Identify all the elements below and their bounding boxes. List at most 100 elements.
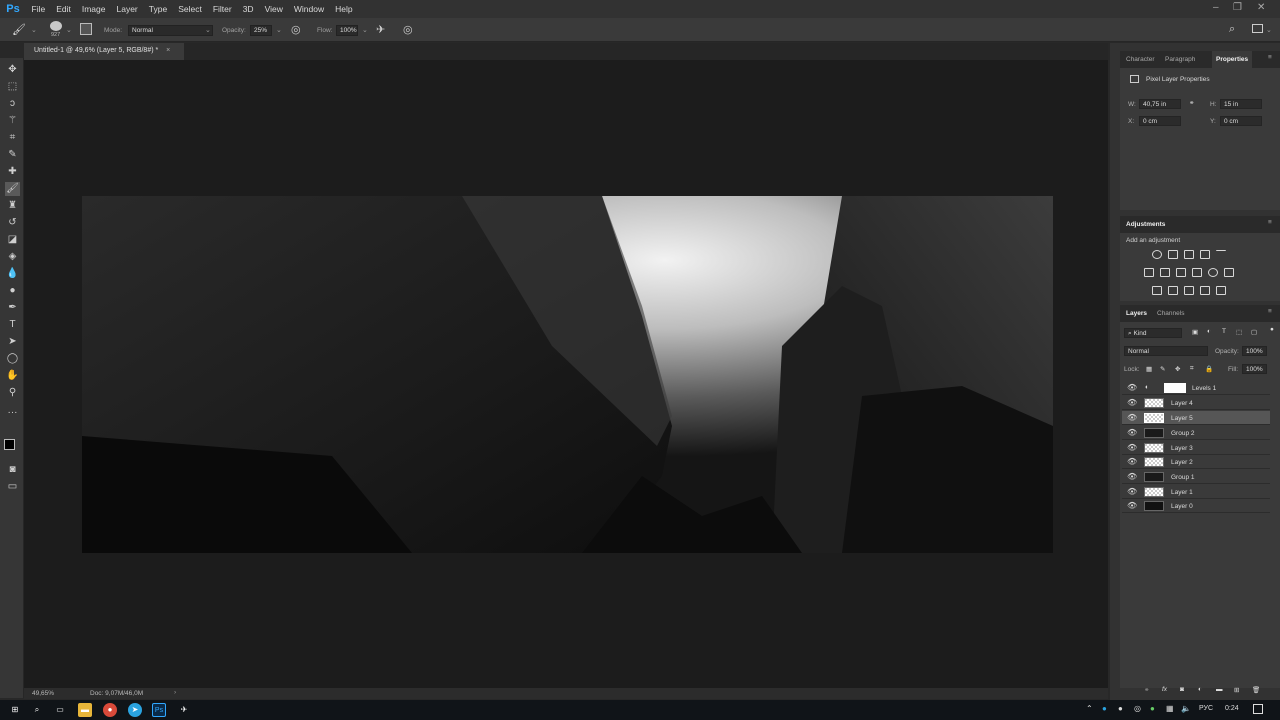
tab-layers[interactable]: Layers xyxy=(1126,310,1147,317)
panel-menu-icon[interactable]: ≡ xyxy=(1268,308,1272,315)
layer-row[interactable]: 👁 Group 1 xyxy=(1122,470,1270,484)
clone-stamp-icon[interactable]: ♜ xyxy=(5,199,20,213)
color-lookup-icon[interactable] xyxy=(1224,268,1234,277)
marquee-tool-icon[interactable]: ⬚ xyxy=(5,80,20,94)
layer-row[interactable]: 👁 Group 2 xyxy=(1122,426,1270,440)
opacity-field[interactable]: 25% xyxy=(250,25,272,36)
visibility-eye-icon[interactable]: 👁 xyxy=(1127,398,1137,407)
height-field[interactable]: 15 in xyxy=(1220,99,1262,109)
menu-type[interactable]: Type xyxy=(143,4,172,14)
menu-edit[interactable]: Edit xyxy=(51,4,77,14)
blend-mode-select[interactable]: Normal xyxy=(1124,346,1208,356)
layer-row[interactable]: 👁 Layer 1 xyxy=(1122,485,1270,499)
menu-layer[interactable]: Layer xyxy=(111,4,143,14)
layer-name[interactable]: Layer 0 xyxy=(1171,503,1193,510)
chevron-right-icon[interactable]: › xyxy=(174,689,176,696)
tray-chrome-icon[interactable]: ● xyxy=(1118,704,1123,713)
y-field[interactable]: 0 cm xyxy=(1220,116,1262,126)
quick-mask-icon[interactable]: ◙ xyxy=(5,463,20,477)
width-field[interactable]: 40,75 in xyxy=(1139,99,1181,109)
pen-tool-icon[interactable]: ✒ xyxy=(5,301,20,315)
close-tab-icon[interactable]: × xyxy=(166,47,170,54)
menu-view[interactable]: View xyxy=(259,4,288,14)
filter-toggle-icon[interactable]: ● xyxy=(1270,326,1274,333)
layer-name[interactable]: Layer 3 xyxy=(1171,445,1193,452)
move-tool-icon[interactable]: ✥ xyxy=(5,63,20,77)
restore-icon[interactable]: ❐ xyxy=(1233,2,1242,13)
crop-tool-icon[interactable]: ⌗ xyxy=(5,131,20,145)
filter-pixel-icon[interactable]: ▣ xyxy=(1192,328,1198,336)
more-tools-icon[interactable]: ··· xyxy=(5,406,20,420)
lock-all-icon[interactable]: 🔒 xyxy=(1205,365,1213,373)
invert-icon[interactable] xyxy=(1152,286,1162,295)
chevron-down-icon[interactable]: ⌄ xyxy=(66,26,72,34)
menu-file[interactable]: File xyxy=(26,4,51,14)
menu-help[interactable]: Help xyxy=(330,4,358,14)
telegram-icon[interactable]: ➤ xyxy=(128,703,142,717)
history-brush-icon[interactable]: ↺ xyxy=(5,216,20,230)
lock-artboard-icon[interactable]: ⌗ xyxy=(1190,365,1194,373)
visibility-eye-icon[interactable]: 👁 xyxy=(1127,501,1137,510)
path-selection-icon[interactable]: ➤ xyxy=(5,335,20,349)
layer-name[interactable]: Layer 4 xyxy=(1171,400,1193,407)
brush-tool-icon[interactable]: 🖌 xyxy=(12,23,26,36)
notifications-icon[interactable] xyxy=(1253,704,1263,714)
zoom-level[interactable]: 49,65% xyxy=(32,690,54,697)
workspace-icon[interactable] xyxy=(1252,24,1263,33)
layer-name[interactable]: Layer 5 xyxy=(1171,415,1193,422)
airbrush-icon[interactable]: ✈ xyxy=(376,23,385,36)
link-dimensions-icon[interactable]: ⚭ xyxy=(1189,99,1194,107)
blur-tool-icon[interactable]: 💧 xyxy=(5,267,20,281)
tab-paragraph[interactable]: Paragraph xyxy=(1165,56,1195,63)
lock-image-icon[interactable]: ✎ xyxy=(1160,365,1165,373)
filter-type-icon[interactable]: T xyxy=(1222,328,1226,335)
visibility-eye-icon[interactable]: 👁 xyxy=(1127,472,1137,481)
layer-row[interactable]: 👁 Layer 2 xyxy=(1122,455,1270,469)
dodge-tool-icon[interactable]: ● xyxy=(5,284,20,298)
lasso-tool-icon[interactable]: ↄ xyxy=(5,97,20,111)
file-explorer-icon[interactable]: ▬ xyxy=(78,703,92,717)
minimize-icon[interactable]: – xyxy=(1213,2,1219,13)
menu-3d[interactable]: 3D xyxy=(237,4,259,14)
close-window-icon[interactable]: ✕ xyxy=(1257,2,1265,13)
layer-name[interactable]: Group 2 xyxy=(1171,430,1195,437)
paint-bucket-icon[interactable]: ◈ xyxy=(5,250,20,264)
layer-name[interactable]: Layer 2 xyxy=(1171,459,1193,466)
chevron-down-icon[interactable]: ⌄ xyxy=(276,26,282,34)
layer-row[interactable]: 👁 Layer 0 xyxy=(1122,499,1270,513)
vibrance-icon[interactable] xyxy=(1216,250,1226,259)
menu-window[interactable]: Window xyxy=(288,4,329,14)
levels-icon[interactable] xyxy=(1168,250,1178,259)
language-indicator[interactable]: РУС xyxy=(1199,705,1213,712)
photo-filter-icon[interactable] xyxy=(1192,268,1202,277)
tab-character[interactable]: Character xyxy=(1126,56,1155,63)
panel-menu-icon[interactable]: ≡ xyxy=(1268,54,1272,61)
posterize-icon[interactable] xyxy=(1168,286,1178,295)
eyedropper-icon[interactable]: ✎ xyxy=(5,148,20,162)
gradient-map-icon[interactable] xyxy=(1216,286,1226,295)
document-tab[interactable]: Untitled-1 @ 49,6% (Layer 5, RGB/8#) * × xyxy=(24,43,184,60)
panel-menu-icon[interactable]: ≡ xyxy=(1268,219,1272,226)
tray-telegram-icon[interactable]: ● xyxy=(1102,704,1107,713)
tab-properties[interactable]: Properties xyxy=(1212,51,1253,68)
screen-mode-icon[interactable]: ▭ xyxy=(5,480,20,494)
layer-opacity-field[interactable]: 100% xyxy=(1242,346,1267,356)
pressure-opacity-icon[interactable]: ◎ xyxy=(291,23,301,36)
color-balance-icon[interactable] xyxy=(1160,268,1170,277)
layer-row-selected[interactable]: 👁 Layer 5 xyxy=(1122,411,1270,425)
add-mask-icon[interactable]: ◙ xyxy=(1180,686,1184,693)
app-taskbar-icon[interactable]: ✈ xyxy=(177,703,191,717)
brush-preset-icon[interactable] xyxy=(50,21,62,31)
layer-row[interactable]: 👁 ◐ Levels 1 xyxy=(1122,381,1270,395)
filter-adjustment-icon[interactable]: ◐ xyxy=(1207,328,1211,335)
delete-layer-icon[interactable]: 🗑 xyxy=(1252,686,1260,694)
clock[interactable]: 0:24 xyxy=(1225,705,1239,712)
visibility-eye-icon[interactable]: 👁 xyxy=(1127,413,1137,422)
menu-filter[interactable]: Filter xyxy=(207,4,237,14)
visibility-eye-icon[interactable]: 👁 xyxy=(1127,487,1137,496)
layer-name[interactable]: Layer 1 xyxy=(1171,489,1193,496)
task-view-icon[interactable]: ▭ xyxy=(53,703,67,717)
zoom-tool-icon[interactable]: ⚲ xyxy=(5,386,20,400)
new-adjustment-icon[interactable]: ◐ xyxy=(1198,686,1202,693)
x-field[interactable]: 0 cm xyxy=(1139,116,1181,126)
